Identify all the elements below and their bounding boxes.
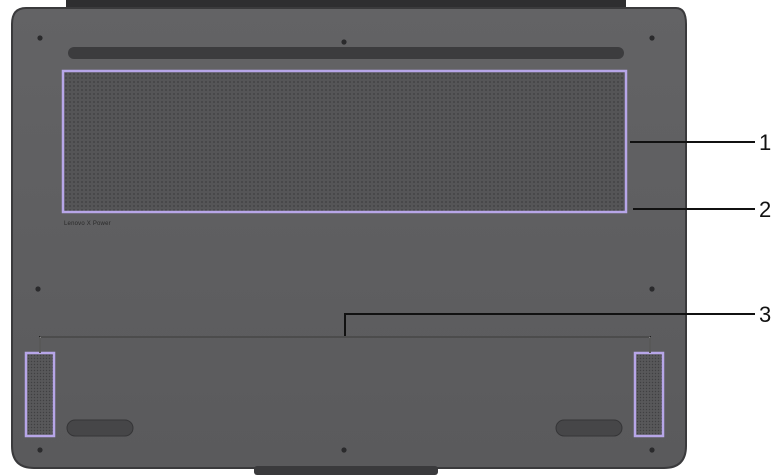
laptop-bottom-view: Lenovo X Power 1 2 3	[11, 0, 771, 475]
screw	[649, 286, 655, 292]
speaker-left	[24, 351, 56, 438]
callout-number-2: 2	[759, 197, 771, 222]
callout-number-1: 1	[759, 130, 771, 155]
bottom-vent-grille	[61, 69, 628, 214]
screw	[341, 39, 347, 45]
screw	[37, 35, 43, 41]
screw	[37, 447, 43, 453]
brand-label: Lenovo X Power	[64, 221, 111, 227]
screw	[341, 447, 347, 453]
screw	[649, 447, 655, 453]
callout-number-3: 3	[759, 302, 771, 327]
screw	[35, 286, 41, 292]
rubber-foot-right	[555, 419, 623, 437]
screw	[649, 35, 655, 41]
rubber-foot-left	[66, 419, 134, 437]
speaker-right	[633, 351, 665, 438]
top-slot	[68, 47, 624, 59]
front-notch	[254, 466, 438, 475]
